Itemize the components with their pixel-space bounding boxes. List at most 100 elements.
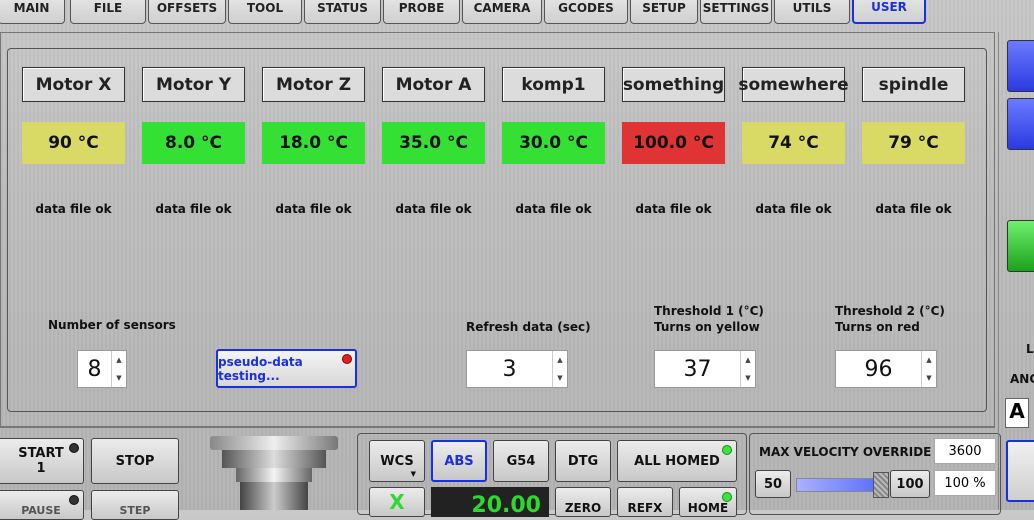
tab-label: TOOL [246, 1, 284, 15]
spin-down-icon[interactable]: ▼ [553, 369, 567, 387]
velocity-100-button[interactable]: 100 [890, 470, 930, 498]
axis-x-button[interactable]: X [369, 487, 425, 517]
tab-status[interactable]: STATUS [304, 0, 381, 24]
zoom-in-icon[interactable] [1007, 40, 1034, 92]
spin-up-icon[interactable]: ▲ [741, 351, 755, 369]
tab-setup[interactable]: SETUP [630, 0, 698, 24]
tab-tool[interactable]: TOOL [228, 0, 302, 24]
tab-label: SETUP [642, 1, 686, 15]
refresh-value: 3 [502, 356, 517, 382]
tab-label: STATUS [317, 1, 368, 15]
abs-button[interactable]: ABS [431, 440, 487, 482]
threshold1-sublabel: Turns on yellow [654, 320, 760, 334]
tab-file[interactable]: FILE [70, 0, 146, 24]
stop-label: STOP [115, 453, 155, 469]
threshold2-spinbox[interactable]: 96 ▲ ▼ [835, 350, 937, 388]
homed-led-icon [722, 445, 732, 455]
pseudo-data-label: pseudo-data testing... [218, 354, 303, 383]
step-button[interactable]: STEP [91, 490, 179, 520]
sensor-name-button[interactable]: spindle [862, 67, 965, 102]
threshold1-label: Threshold 1 (°C) [654, 304, 764, 318]
tab-main[interactable]: MAIN [0, 0, 65, 24]
home-label: HOME [687, 501, 729, 515]
sensor-status: data file ok [635, 202, 712, 216]
g54-button[interactable]: G54 [493, 440, 549, 482]
sensor-status: data file ok [275, 202, 352, 216]
home-button[interactable]: HOME [679, 487, 737, 517]
sensor-name-button[interactable]: Motor X [22, 67, 125, 102]
tab-camera[interactable]: CAMERA [462, 0, 542, 24]
sensor-name-button[interactable]: Motor Y [142, 67, 245, 102]
zero-label: ZERO [564, 501, 602, 515]
g54-label: G54 [506, 453, 536, 469]
refx-label: REFX [627, 501, 663, 515]
tab-label: OFFSETS [156, 1, 218, 15]
tab-label: CAMERA [473, 1, 531, 15]
pause-label: PAUSE [21, 503, 61, 517]
spin-up-icon[interactable]: ▲ [553, 351, 567, 369]
right-blue-button[interactable] [1006, 440, 1034, 502]
sensor-temperature: 74 °C [742, 122, 845, 164]
start-label: START 1 [18, 446, 64, 476]
velocity-slider-handle[interactable] [873, 472, 889, 498]
spin-down-icon[interactable]: ▼ [741, 369, 755, 387]
step-label: STEP [119, 503, 151, 517]
sensor-name-button[interactable]: komp1 [502, 67, 605, 102]
pause-button[interactable]: PAUSE [0, 490, 84, 520]
sensor-name-button[interactable]: Motor A [382, 67, 485, 102]
bottom-divider [0, 427, 995, 428]
velocity-50-label: 50 [763, 476, 783, 492]
refresh-label: Refresh data (sec) [466, 320, 591, 334]
tab-gcodes[interactable]: GCODES [544, 0, 628, 24]
all-homed-label: ALL HOMED [634, 453, 720, 469]
a-axis-box[interactable]: A [1005, 398, 1029, 428]
tab-utils[interactable]: UTILS [774, 0, 850, 24]
zoom-out-icon[interactable] [1007, 98, 1034, 150]
spin-up-icon[interactable]: ▲ [922, 351, 936, 369]
sensor-status: data file ok [755, 202, 832, 216]
spin-down-icon[interactable]: ▼ [922, 369, 936, 387]
sensor-name-button[interactable]: something [622, 67, 725, 102]
velocity-slider[interactable] [796, 472, 889, 498]
refx-button[interactable]: REFX [617, 487, 673, 517]
start-button[interactable]: START 1 [0, 438, 84, 484]
pseudo-data-button[interactable]: pseudo-data testing... [216, 349, 357, 388]
sensor-name-button[interactable]: Motor Z [262, 67, 365, 102]
wcs-button[interactable]: WCS ▼ [369, 440, 425, 482]
clear-icon[interactable] [1007, 220, 1034, 272]
tab-user[interactable]: USER [852, 0, 926, 24]
axis-x-label: X [389, 490, 405, 514]
num-sensors-label: Number of sensors [48, 318, 176, 332]
num-sensors-spinbox[interactable]: 8 ▲ ▼ [77, 350, 127, 388]
sensor-temperature: 18.0 °C [262, 122, 365, 164]
l-label: L [1026, 342, 1034, 356]
wcs-label: WCS [380, 453, 414, 469]
sensor-status: data file ok [875, 202, 952, 216]
velocity-50-button[interactable]: 50 [755, 470, 791, 498]
tab-offsets[interactable]: OFFSETS [148, 0, 226, 24]
stop-button[interactable]: STOP [91, 438, 179, 484]
dtg-button[interactable]: DTG [555, 440, 611, 482]
spindle-image [200, 436, 348, 510]
all-homed-button[interactable]: ALL HOMED [617, 440, 737, 482]
tab-label: MAIN [13, 1, 50, 15]
tab-label: SETTINGS [702, 1, 770, 15]
max-velocity-value[interactable]: 3600 [934, 438, 996, 464]
sensor-status: data file ok [35, 202, 112, 216]
sensor-name-button[interactable]: somewhere [738, 67, 849, 102]
axis-x-value: 20.00 [471, 493, 541, 517]
refresh-spinbox[interactable]: 3 ▲ ▼ [466, 350, 568, 388]
dtg-label: DTG [567, 453, 599, 469]
tab-label: UTILS [792, 1, 832, 15]
spin-down-icon[interactable]: ▼ [112, 369, 126, 387]
zero-button[interactable]: ZERO [555, 487, 611, 517]
velocity-slider-fill [797, 479, 880, 491]
home-led-icon [722, 492, 732, 502]
threshold1-value: 37 [683, 356, 712, 382]
threshold1-spinbox[interactable]: 37 ▲ ▼ [654, 350, 756, 388]
sensor-temperature: 35.0 °C [382, 122, 485, 164]
tab-settings[interactable]: SETTINGS [700, 0, 772, 24]
spin-up-icon[interactable]: ▲ [112, 351, 126, 369]
tab-probe[interactable]: PROBE [383, 0, 460, 24]
ang-label: ANG [1010, 372, 1034, 386]
